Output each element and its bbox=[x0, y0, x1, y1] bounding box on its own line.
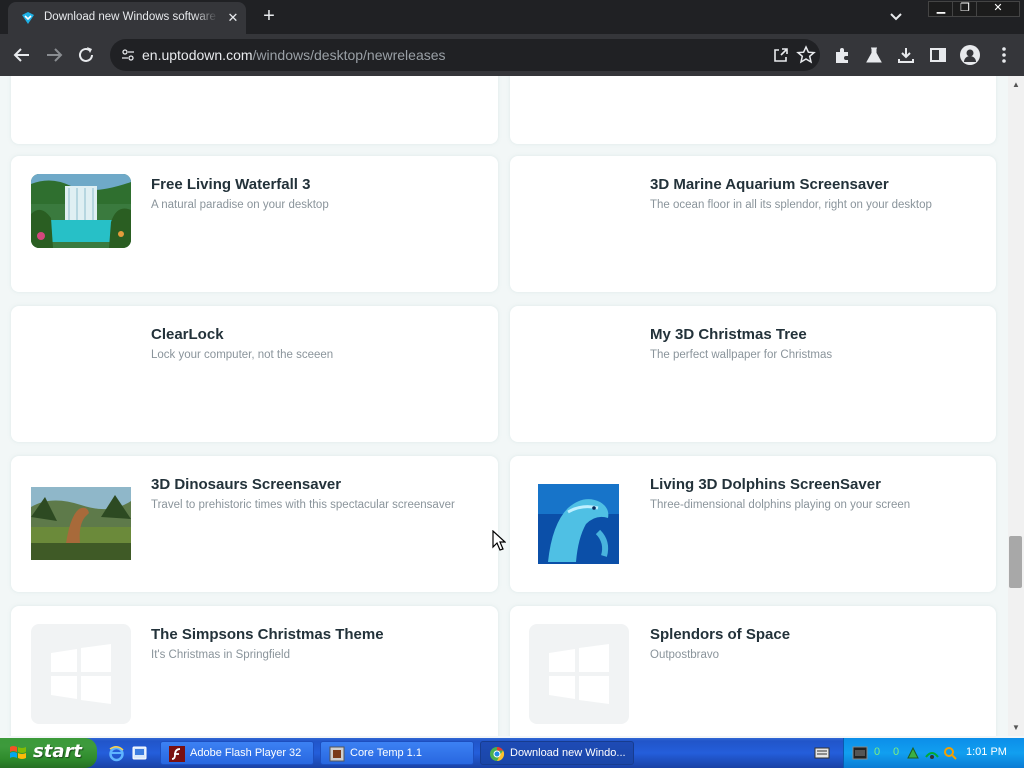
scroll-down-icon[interactable]: ▼ bbox=[1010, 722, 1022, 734]
app-name[interactable]: ClearLock bbox=[151, 326, 224, 343]
app-name[interactable]: Splendors of Space bbox=[650, 626, 790, 643]
tab-strip: Download new Windows software ✕ + ▁ ❐ ✕ bbox=[0, 0, 1024, 34]
page-scrollbar[interactable]: ▲ bbox=[1008, 76, 1024, 736]
keyboard-icon[interactable] bbox=[814, 746, 830, 760]
app-card[interactable]: The Simpsons Christmas Theme It's Christ… bbox=[11, 606, 498, 736]
app-description: Outpostbravo bbox=[650, 649, 720, 661]
flash-player-icon bbox=[169, 746, 185, 762]
site-info-icon[interactable] bbox=[120, 47, 136, 63]
page-viewport: Free Living Waterfall 3 A natural paradi… bbox=[0, 76, 1008, 736]
bookmark-star-icon[interactable] bbox=[796, 45, 816, 65]
safely-remove-tray-icon[interactable] bbox=[924, 745, 940, 761]
app-card[interactable]: ClearLock Lock your computer, not the sc… bbox=[11, 306, 498, 442]
browser-toolbar: en.uptodown.com/windows/desktop/newrelea… bbox=[0, 34, 1024, 76]
url-text: en.uptodown.com/windows/desktop/newrelea… bbox=[142, 47, 446, 63]
app-card[interactable] bbox=[11, 76, 498, 144]
app-name[interactable]: Free Living Waterfall 3 bbox=[151, 176, 311, 193]
tab-close-icon[interactable]: ✕ bbox=[224, 9, 242, 27]
taskbar-item-chrome[interactable]: Download new Windo... bbox=[480, 741, 634, 765]
chevron-down-icon[interactable] bbox=[886, 8, 906, 26]
new-tab-button[interactable]: + bbox=[258, 6, 280, 28]
url-path: /windows/desktop/newreleases bbox=[252, 47, 446, 63]
uptodown-favicon-icon bbox=[22, 12, 34, 24]
tray-temp-value: 0 bbox=[893, 746, 900, 758]
app-card[interactable] bbox=[510, 76, 996, 144]
app-description: The ocean floor in all its splendor, rig… bbox=[650, 199, 932, 211]
window-close-button[interactable]: ✕ bbox=[976, 1, 1020, 17]
app-card[interactable]: Splendors of Space Outpostbravo bbox=[510, 606, 996, 736]
taskbar-item-flash-player[interactable]: Adobe Flash Player 32 bbox=[160, 741, 314, 765]
extensions-icon[interactable] bbox=[832, 45, 852, 65]
windows-placeholder-icon bbox=[31, 624, 131, 724]
tab-title: Download new Windows software bbox=[44, 11, 218, 23]
chrome-icon bbox=[490, 746, 505, 762]
core-temp-icon bbox=[329, 746, 345, 762]
app-card[interactable]: Free Living Waterfall 3 A natural paradi… bbox=[11, 156, 498, 292]
network-tray-icon[interactable] bbox=[905, 745, 921, 761]
dinosaurs-thumbnail-icon bbox=[31, 487, 131, 560]
url-host: en.uptodown.com bbox=[142, 47, 253, 63]
app-description: A natural paradise on your desktop bbox=[151, 199, 329, 211]
search-tray-icon[interactable] bbox=[942, 745, 958, 761]
app-description: Travel to prehistoric times with this sp… bbox=[151, 499, 455, 511]
app-description: Lock your computer, not the sceeen bbox=[151, 349, 334, 361]
system-clock: 1:01 PM bbox=[966, 746, 1007, 758]
forward-arrow-icon[interactable] bbox=[43, 44, 65, 66]
scroll-up-icon[interactable]: ▲ bbox=[1010, 80, 1022, 90]
address-bar[interactable]: en.uptodown.com/windows/desktop/newrelea… bbox=[110, 39, 820, 71]
back-arrow-icon[interactable] bbox=[11, 44, 33, 66]
profile-avatar[interactable] bbox=[960, 45, 980, 65]
app-card[interactable]: My 3D Christmas Tree The perfect wallpap… bbox=[510, 306, 996, 442]
reload-icon[interactable] bbox=[75, 44, 97, 66]
menu-kebab-icon[interactable] bbox=[994, 45, 1014, 65]
app-card[interactable]: 3D Dinosaurs Screensaver Travel to prehi… bbox=[11, 456, 498, 592]
app-description: It's Christmas in Springfield bbox=[151, 649, 290, 661]
app-name[interactable]: 3D Dinosaurs Screensaver bbox=[151, 476, 341, 493]
dolphin-thumbnail-icon bbox=[538, 484, 619, 564]
start-button[interactable]: start bbox=[0, 738, 97, 768]
task-label: Adobe Flash Player 32 bbox=[190, 747, 302, 759]
download-icon[interactable] bbox=[896, 45, 916, 65]
waterfall-thumbnail-icon bbox=[31, 174, 131, 248]
task-label: Download new Windo... bbox=[510, 747, 626, 759]
side-panel-icon[interactable] bbox=[928, 45, 948, 65]
mouse-cursor-icon bbox=[492, 530, 506, 551]
taskbar: start Adobe Flash Player 32 Core Temp 1.… bbox=[0, 738, 1024, 768]
task-label: Core Temp 1.1 bbox=[350, 747, 422, 759]
app-name[interactable]: My 3D Christmas Tree bbox=[650, 326, 807, 343]
core-temp-tray-icon[interactable] bbox=[852, 745, 868, 761]
app-name[interactable]: The Simpsons Christmas Theme bbox=[151, 626, 384, 643]
scrollbar-thumb[interactable] bbox=[1009, 536, 1022, 588]
labs-flask-icon[interactable] bbox=[864, 45, 884, 65]
windows-flag-icon bbox=[10, 746, 26, 759]
windows-placeholder-icon bbox=[529, 624, 629, 724]
taskbar-item-core-temp[interactable]: Core Temp 1.1 bbox=[320, 741, 474, 765]
tray-temp-value: 0 bbox=[874, 746, 881, 758]
app-card[interactable]: 3D Marine Aquarium Screensaver The ocean… bbox=[510, 156, 996, 292]
show-desktop-icon[interactable] bbox=[131, 745, 148, 762]
share-icon[interactable] bbox=[772, 46, 790, 64]
internet-explorer-icon[interactable] bbox=[108, 745, 125, 762]
browser-tab[interactable]: Download new Windows software ✕ bbox=[8, 2, 246, 34]
person-icon bbox=[964, 49, 976, 62]
app-description: The perfect wallpaper for Christmas bbox=[650, 349, 833, 361]
app-name[interactable]: Living 3D Dolphins ScreenSaver bbox=[650, 476, 881, 493]
app-card[interactable]: Living 3D Dolphins ScreenSaver Three-dim… bbox=[510, 456, 996, 592]
start-label: start bbox=[33, 741, 82, 762]
app-name[interactable]: 3D Marine Aquarium Screensaver bbox=[650, 176, 889, 193]
window-minimize-button[interactable]: ▁ bbox=[928, 1, 954, 17]
app-description: Three-dimensional dolphins playing on yo… bbox=[650, 499, 911, 511]
window-restore-button[interactable]: ❐ bbox=[952, 1, 978, 17]
